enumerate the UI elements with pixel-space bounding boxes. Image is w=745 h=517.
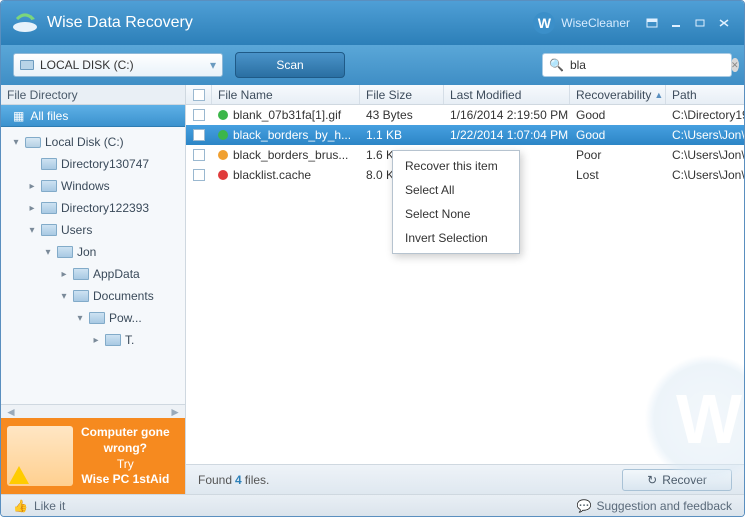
row-checkbox[interactable] <box>193 109 205 121</box>
expand-icon[interactable]: ▾ <box>75 313 85 323</box>
app-logo-icon <box>11 13 39 33</box>
folder-icon <box>105 334 121 346</box>
expand-icon[interactable]: ▾ <box>11 137 21 147</box>
folder-icon <box>41 180 57 192</box>
folder-icon <box>41 202 57 214</box>
like-icon: 👍 <box>13 499 28 513</box>
brand-badge-icon: W <box>533 12 555 34</box>
row-checkbox[interactable] <box>193 169 205 181</box>
tree-node[interactable]: ▾Pow... <box>1 307 185 329</box>
folder-icon <box>41 224 57 236</box>
brand-area[interactable]: W WiseCleaner <box>533 12 630 34</box>
status-dot-icon <box>218 110 228 120</box>
search-box[interactable]: 🔍 ✕ ▾ <box>542 53 732 77</box>
col-recoverability[interactable]: Recoverability▲ <box>570 85 666 104</box>
status-bar: Found 4 files. ↻ Recover <box>186 464 744 494</box>
context-menu: Recover this item Select All Select None… <box>392 150 520 254</box>
expand-icon[interactable] <box>27 159 37 169</box>
clear-search-button[interactable]: ✕ <box>731 58 739 72</box>
folder-icon <box>89 312 105 324</box>
tree-node[interactable]: ▾Jon <box>1 241 185 263</box>
col-filename[interactable]: File Name <box>212 85 360 104</box>
directory-tree: ▾Local Disk (C:)Directory130747▸Windows▸… <box>1 127 185 404</box>
promo-image-icon <box>7 426 73 486</box>
skin-button[interactable] <box>642 15 662 31</box>
tree-node[interactable]: ▸Directory122393 <box>1 197 185 219</box>
expand-icon[interactable]: ▸ <box>27 181 37 191</box>
expand-icon[interactable]: ▸ <box>91 335 101 345</box>
tree-node[interactable]: ▸T. <box>1 329 185 351</box>
drive-select[interactable]: LOCAL DISK (C:) ▾ <box>13 53 223 77</box>
chevron-down-icon: ▾ <box>210 58 216 72</box>
table-row[interactable]: black_borders_by_h...1.1 KB1/22/2014 1:0… <box>186 125 744 145</box>
status-dot-icon <box>218 170 228 180</box>
grid-icon: ▦ <box>13 109 24 123</box>
sidebar-item-allfiles[interactable]: ▦ All files <box>1 105 185 127</box>
status-dot-icon <box>218 130 228 140</box>
row-checkbox[interactable] <box>193 129 205 141</box>
toolbar: LOCAL DISK (C:) ▾ Scan 🔍 ✕ ▾ <box>1 45 744 85</box>
expand-icon[interactable]: ▸ <box>59 269 69 279</box>
folder-icon <box>57 246 73 258</box>
drive-icon <box>20 60 34 70</box>
scan-button[interactable]: Scan <box>235 52 345 78</box>
footer-bar: 👍 Like it 💬 Suggestion and feedback <box>1 494 744 516</box>
brand-label: WiseCleaner <box>561 16 630 30</box>
expand-icon[interactable]: ▾ <box>43 247 53 257</box>
col-lastmodified[interactable]: Last Modified <box>444 85 570 104</box>
tree-node[interactable]: ▾Local Disk (C:) <box>1 131 185 153</box>
chat-icon: 💬 <box>577 499 592 513</box>
close-button[interactable] <box>714 15 734 31</box>
ctx-select-none[interactable]: Select None <box>393 202 519 226</box>
col-filesize[interactable]: File Size <box>360 85 444 104</box>
tree-node[interactable]: Directory130747 <box>1 153 185 175</box>
col-path[interactable]: Path <box>666 85 744 104</box>
promo-text: Computer gone wrong? Try Wise PC 1stAid <box>81 425 170 487</box>
col-checkbox[interactable] <box>186 85 212 104</box>
feedback-link[interactable]: Suggestion and feedback <box>597 499 732 513</box>
maximize-button[interactable] <box>690 15 710 31</box>
drive-label: LOCAL DISK (C:) <box>40 58 134 72</box>
titlebar: Wise Data Recovery W WiseCleaner <box>1 1 744 45</box>
tree-node[interactable]: ▸AppData <box>1 263 185 285</box>
search-icon: 🔍 <box>549 58 564 72</box>
expand-icon[interactable]: ▸ <box>27 203 37 213</box>
folder-icon <box>73 290 89 302</box>
ctx-select-all[interactable]: Select All <box>393 178 519 202</box>
app-window: Wise Data Recovery W WiseCleaner LOCAL D… <box>0 0 745 517</box>
sidebar-header: File Directory <box>1 85 185 105</box>
tree-node[interactable]: ▸Windows <box>1 175 185 197</box>
expand-icon[interactable]: ▾ <box>27 225 37 235</box>
ctx-recover[interactable]: Recover this item <box>393 154 519 178</box>
ctx-invert[interactable]: Invert Selection <box>393 226 519 250</box>
status-dot-icon <box>218 150 228 160</box>
sort-asc-icon: ▲ <box>654 90 663 100</box>
tree-scrollbar[interactable]: ◄► <box>1 404 185 418</box>
main-body: File Directory ▦ All files ▾Local Disk (… <box>1 85 744 494</box>
app-title: Wise Data Recovery <box>47 14 533 32</box>
column-headers: File Name File Size Last Modified Recove… <box>186 85 744 105</box>
search-input[interactable] <box>570 58 725 72</box>
expand-icon[interactable]: ▾ <box>59 291 69 301</box>
recover-icon: ↻ <box>647 473 657 487</box>
main-panel: File Name File Size Last Modified Recove… <box>186 85 744 494</box>
file-rows: Recover this item Select All Select None… <box>186 105 744 464</box>
row-checkbox[interactable] <box>193 149 205 161</box>
drive-icon <box>25 137 41 148</box>
folder-icon <box>73 268 89 280</box>
folder-icon <box>41 158 57 170</box>
window-controls <box>642 15 734 31</box>
tree-node[interactable]: ▾Users <box>1 219 185 241</box>
recover-button[interactable]: ↻ Recover <box>622 469 732 491</box>
sidebar: File Directory ▦ All files ▾Local Disk (… <box>1 85 186 494</box>
found-count: 4 <box>235 473 242 487</box>
promo-banner[interactable]: Computer gone wrong? Try Wise PC 1stAid <box>1 418 185 494</box>
tree-node[interactable]: ▾Documents <box>1 285 185 307</box>
minimize-button[interactable] <box>666 15 686 31</box>
table-row[interactable]: blank_07b31fa[1].gif43 Bytes1/16/2014 2:… <box>186 105 744 125</box>
like-link[interactable]: Like it <box>34 499 65 513</box>
